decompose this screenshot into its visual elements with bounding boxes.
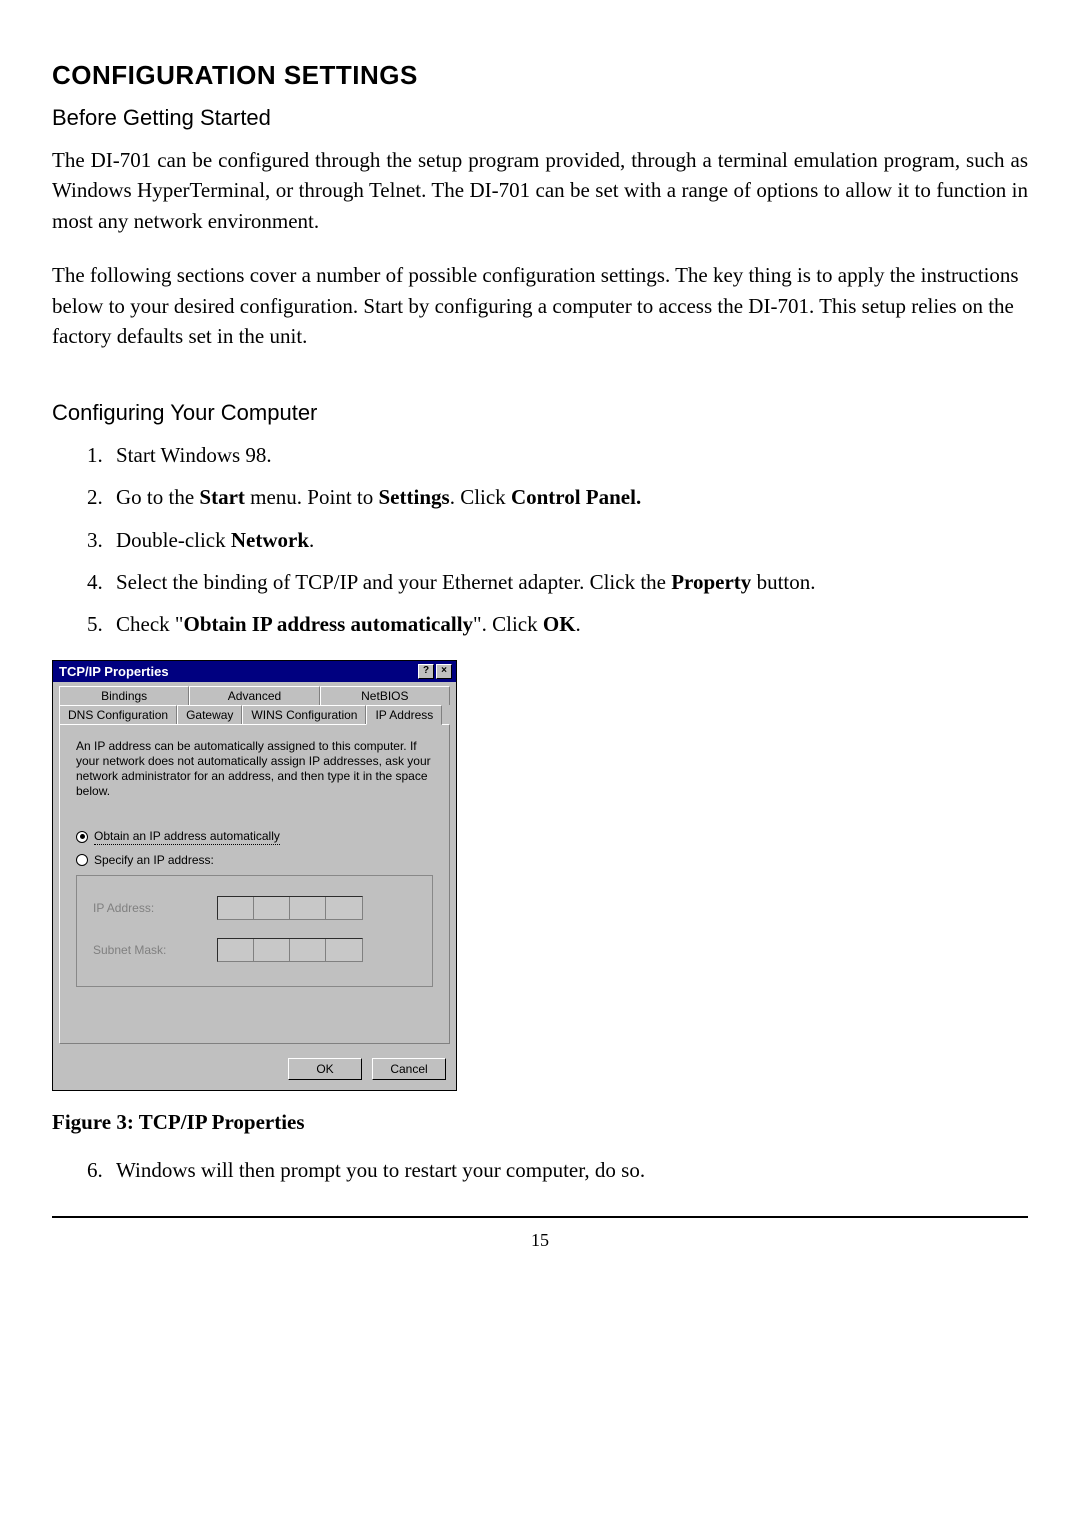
- step-1: Start Windows 98.: [108, 440, 1028, 470]
- steps-list-continued: Windows will then prompt you to restart …: [52, 1155, 1028, 1185]
- tab-bindings[interactable]: Bindings: [59, 686, 189, 705]
- steps-list: Start Windows 98. Go to the Start menu. …: [52, 440, 1028, 640]
- subnet-mask-input[interactable]: [217, 938, 363, 962]
- figure-caption: Figure 3: TCP/IP Properties: [52, 1107, 1028, 1137]
- tab-ip-address[interactable]: IP Address: [366, 705, 442, 725]
- tcpip-dialog: TCP/IP Properties ? × Bindings Advanced …: [52, 660, 457, 1091]
- ip-address-input[interactable]: [217, 896, 363, 920]
- intro-paragraph-1: The DI-701 can be configured through the…: [52, 145, 1028, 236]
- page-rule: [52, 1216, 1028, 1218]
- tab-netbios[interactable]: NetBIOS: [320, 686, 450, 705]
- radio-icon: [76, 854, 88, 866]
- radio-obtain-auto-label: Obtain an IP address automatically: [94, 829, 280, 845]
- tab-gateway[interactable]: Gateway: [177, 705, 242, 724]
- step-2: Go to the Start menu. Point to Settings.…: [108, 482, 1028, 512]
- ip-fieldset: IP Address: Subnet Mask:: [76, 875, 433, 987]
- dialog-titlebar[interactable]: TCP/IP Properties ? ×: [53, 661, 456, 682]
- dialog-title: TCP/IP Properties: [59, 664, 169, 679]
- tab-wins[interactable]: WINS Configuration: [242, 705, 366, 724]
- radio-specify[interactable]: Specify an IP address:: [76, 853, 433, 867]
- tab-advanced[interactable]: Advanced: [189, 686, 319, 705]
- step-5: Check "Obtain IP address automatically".…: [108, 609, 1028, 639]
- tabs-back-row: Bindings Advanced NetBIOS: [53, 682, 456, 705]
- ip-description: An IP address can be automatically assig…: [76, 739, 433, 799]
- section-heading-configuring: Configuring Your Computer: [52, 400, 1028, 426]
- page-title: CONFIGURATION SETTINGS: [52, 60, 1028, 91]
- tabs-front-row: DNS Configuration Gateway WINS Configura…: [53, 705, 456, 724]
- page-number: 15: [52, 1230, 1028, 1251]
- label-ip-address: IP Address:: [93, 901, 193, 915]
- radio-specify-label: Specify an IP address:: [94, 853, 214, 867]
- intro-paragraph-2: The following sections cover a number of…: [52, 260, 1028, 351]
- ok-button[interactable]: OK: [288, 1058, 362, 1080]
- tab-dns[interactable]: DNS Configuration: [59, 705, 177, 724]
- close-icon[interactable]: ×: [436, 664, 452, 679]
- radio-icon: [76, 831, 88, 843]
- step-3: Double-click Network.: [108, 525, 1028, 555]
- help-icon[interactable]: ?: [418, 664, 434, 679]
- cancel-button[interactable]: Cancel: [372, 1058, 446, 1080]
- step-4: Select the binding of TCP/IP and your Et…: [108, 567, 1028, 597]
- tab-panel-ip: An IP address can be automatically assig…: [59, 724, 450, 1044]
- label-subnet-mask: Subnet Mask:: [93, 943, 193, 957]
- step-6: Windows will then prompt you to restart …: [108, 1155, 1028, 1185]
- radio-obtain-auto[interactable]: Obtain an IP address automatically: [76, 829, 433, 845]
- section-heading-before: Before Getting Started: [52, 105, 1028, 131]
